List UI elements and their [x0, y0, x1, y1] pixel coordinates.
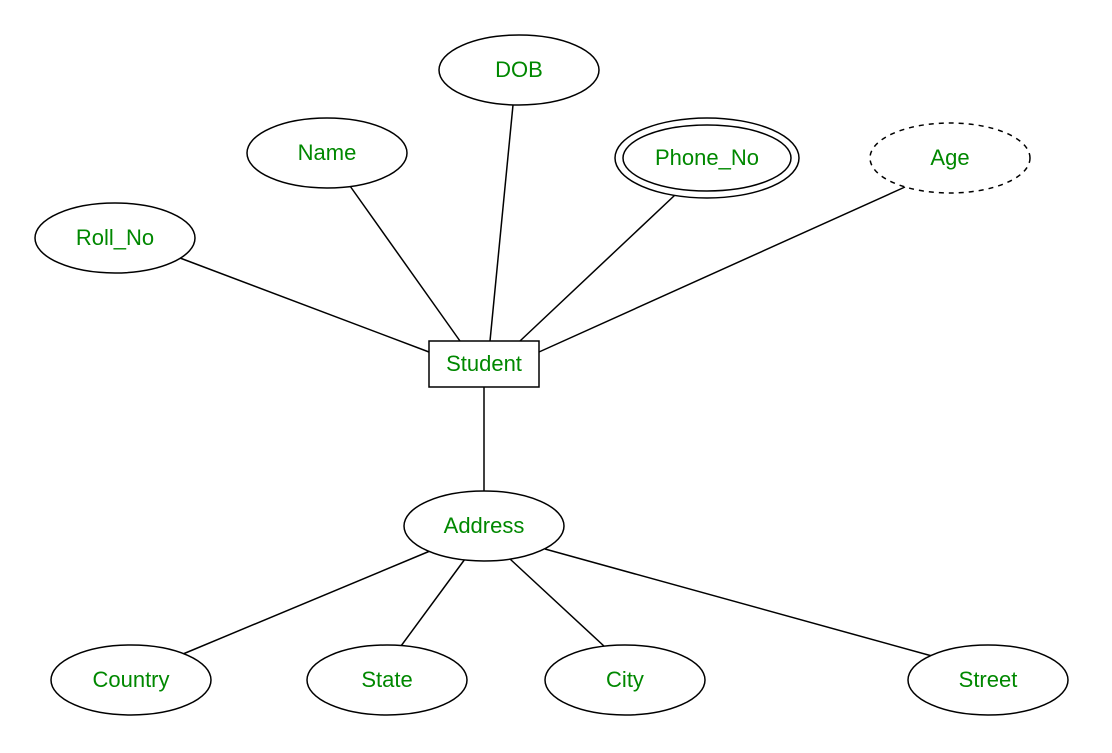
attr-phone: Phone_No [615, 118, 799, 198]
attr-country: Country [51, 645, 211, 715]
edge-address-city [510, 559, 605, 647]
attr-rollno: Roll_No [35, 203, 195, 273]
edge-address-state [401, 559, 465, 646]
attr-street-label: Street [959, 667, 1018, 692]
edge-name-student [350, 186, 460, 341]
attr-dob-label: DOB [495, 57, 543, 82]
attr-address: Address [404, 491, 564, 561]
attr-dob: DOB [439, 35, 599, 105]
edge-dob-student [490, 105, 513, 341]
attr-country-label: Country [92, 667, 169, 692]
edge-address-country [183, 551, 430, 654]
attr-city: City [545, 645, 705, 715]
attr-state: State [307, 645, 467, 715]
attr-phone-label: Phone_No [655, 145, 759, 170]
edge-address-street [545, 549, 932, 656]
attr-age: Age [870, 123, 1030, 193]
attr-address-label: Address [444, 513, 525, 538]
edge-age-student [539, 187, 905, 352]
attr-rollno-label: Roll_No [76, 225, 154, 250]
edge-phone-student [520, 195, 675, 341]
entity-student: Student [429, 341, 539, 387]
attr-city-label: City [606, 667, 644, 692]
attr-street: Street [908, 645, 1068, 715]
attr-name-label: Name [298, 140, 357, 165]
attr-age-label: Age [930, 145, 969, 170]
er-diagram: Student Roll_No Name DOB Phone_No Age Ad… [0, 0, 1112, 753]
edge-rollno-student [180, 258, 429, 352]
attr-state-label: State [361, 667, 412, 692]
entity-student-label: Student [446, 351, 522, 376]
attr-name: Name [247, 118, 407, 188]
